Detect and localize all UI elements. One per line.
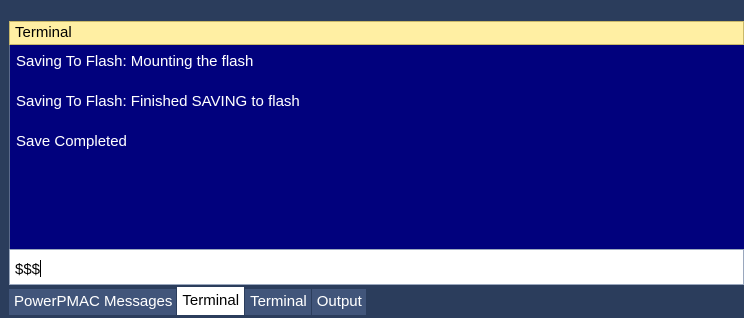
text-caret <box>40 260 42 277</box>
terminal-line: Saving To Flash: Mounting the flash <box>16 53 254 70</box>
bottom-tab-bar: PowerPMAC Messages Terminal Terminal Out… <box>9 285 744 318</box>
terminal-line: Save Completed <box>16 133 127 150</box>
tab-terminal[interactable]: Terminal <box>245 289 312 315</box>
terminal-line: Saving To Flash: Finished SAVING to flas… <box>16 93 300 110</box>
terminal-output[interactable]: Saving To Flash: Mounting the flash Savi… <box>9 45 744 249</box>
command-text: $$$ <box>15 261 41 278</box>
tab-terminal-active[interactable]: Terminal <box>177 287 246 315</box>
terminal-window: Terminal Saving To Flash: Mounting the f… <box>9 8 744 318</box>
tab-powerpmac-messages[interactable]: PowerPMAC Messages <box>9 289 178 315</box>
command-input[interactable]: $$$ <box>9 249 744 285</box>
tab-output[interactable]: Output <box>311 289 367 315</box>
panel-title: Terminal <box>9 21 744 45</box>
